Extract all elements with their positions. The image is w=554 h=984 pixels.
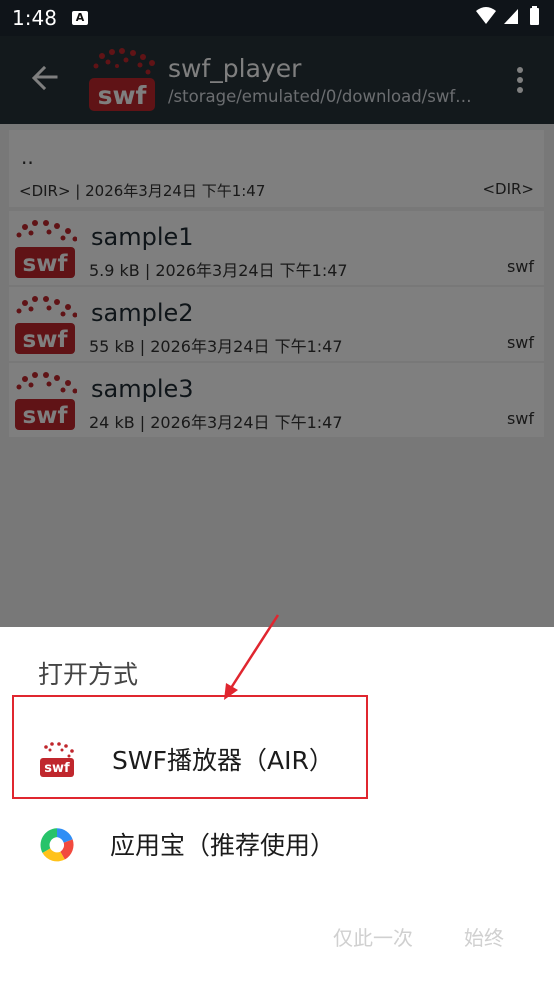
option-icon-text: swf [44, 761, 70, 776]
yingyongbao-icon [40, 828, 74, 862]
cell-signal-icon [504, 9, 518, 24]
option-label: 应用宝（推荐使用） [110, 831, 336, 860]
dialog-scrim[interactable] [0, 36, 554, 627]
option-yingyongbao[interactable]: 应用宝（推荐使用） [12, 799, 366, 899]
status-time: 1:48 [12, 6, 57, 30]
option-label: SWF播放器（AIR） [112, 746, 334, 775]
sheet-title: 打开方式 [38, 660, 139, 689]
battery-icon [530, 8, 539, 25]
wifi-icon [476, 7, 496, 24]
notification-a-icon: A [72, 11, 88, 25]
option-swf-player[interactable]: swf SWF播放器（AIR） [12, 695, 368, 799]
just-once-button[interactable]: 仅此一次 [333, 922, 413, 951]
always-button[interactable]: 始终 [464, 922, 504, 951]
status-icons [476, 6, 539, 25]
swf-player-icon: swf [40, 742, 74, 777]
status-bar: 1:48 A [0, 0, 554, 36]
open-with-sheet: 打开方式 swf SWF播放器（AIR） 应用宝（推荐使用） 仅此一次 始终 [0, 627, 554, 984]
